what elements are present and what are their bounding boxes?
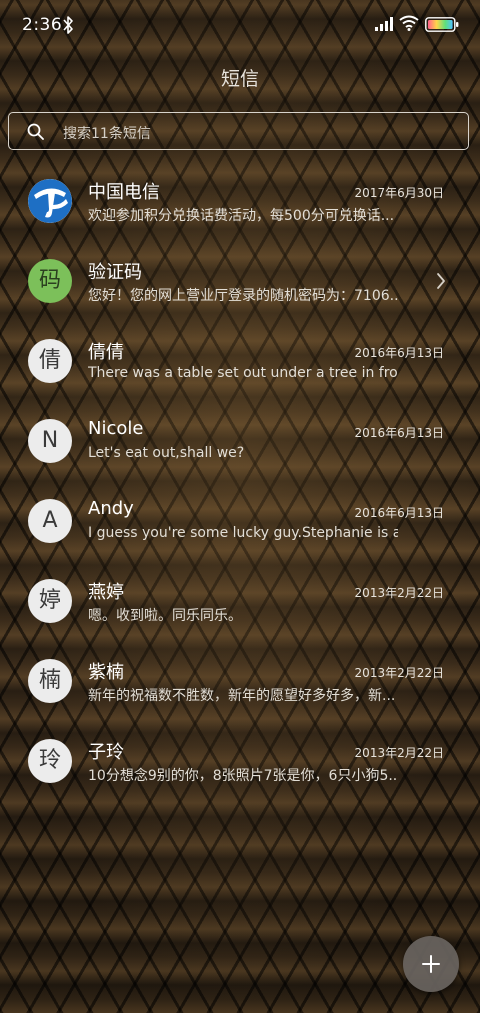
new-message-button[interactable] [403, 936, 459, 992]
battery-icon [425, 17, 459, 32]
conversation-preview: 欢迎参加积分兑换话费活动，每500分可兑换话... [88, 208, 395, 224]
plus-icon [422, 955, 440, 973]
avatar [28, 179, 72, 223]
status-bar: 2:36 [0, 0, 480, 52]
conversation-list: 中国电信 2017年6月30日 欢迎参加积分兑换话费活动，每500分可兑换话..… [0, 160, 480, 800]
avatar: 倩 [28, 339, 72, 383]
conversation-preview: I guess you're some lucky guy.Stephanie … [88, 525, 398, 541]
conversation-name: 紫楠 [88, 662, 124, 683]
page-title: 短信 [220, 68, 259, 90]
avatar: 楠 [28, 659, 72, 703]
conversation-name: 验证码 [88, 262, 142, 283]
conversation-name: Nicole [88, 418, 144, 439]
conversation-name: 燕婷 [88, 582, 124, 603]
conversation-item[interactable]: 玲 子玲 2013年2月22日 10分想念9别的你，8张照片7张是你，6只小狗5… [0, 720, 480, 800]
conversation-preview: There was a table set out under a tree i… [88, 365, 398, 381]
conversation-item[interactable]: 倩 倩倩 2016年6月13日 There was a table set ou… [0, 320, 480, 400]
bluetooth-icon [63, 16, 73, 34]
avatar: 码 [28, 259, 72, 303]
search-icon [27, 123, 44, 140]
conversation-item[interactable]: 中国电信 2017年6月30日 欢迎参加积分兑换话费活动，每500分可兑换话..… [0, 160, 480, 240]
conversation-preview: 新年的祝福数不胜数，新年的愿望好多好多，新... [88, 688, 396, 704]
conversation-item[interactable]: 婷 燕婷 2013年2月22日 嗯。收到啦。同乐同乐。 [0, 560, 480, 640]
conversation-preview: 嗯。收到啦。同乐同乐。 [88, 608, 242, 624]
china-telecom-logo-icon [28, 179, 72, 223]
search-input[interactable]: 搜索11条短信 [8, 112, 469, 150]
avatar: 玲 [28, 739, 72, 783]
status-time: 2:36 [22, 15, 63, 35]
conversation-date: 2013年2月22日 [354, 666, 444, 680]
avatar: A [28, 499, 72, 543]
conversation-date: 2016年6月13日 [354, 346, 444, 360]
conversation-date: 2016年6月13日 [354, 506, 444, 520]
conversation-date: 2013年2月22日 [354, 586, 444, 600]
conversation-name: 倩倩 [88, 342, 124, 363]
conversation-item[interactable]: 楠 紫楠 2013年2月22日 新年的祝福数不胜数，新年的愿望好多好多，新... [0, 640, 480, 720]
conversation-name: Andy [88, 498, 134, 519]
avatar: N [28, 419, 72, 463]
conversation-date: 2013年2月22日 [354, 746, 444, 760]
conversation-preview: 10分想念9别的你，8张照片7张是你，6只小狗5... [88, 768, 398, 784]
conversation-item[interactable]: A Andy 2016年6月13日 I guess you're some lu… [0, 480, 480, 560]
conversation-name: 子玲 [88, 742, 124, 763]
avatar: 婷 [28, 579, 72, 623]
conversation-date: 2016年6月13日 [354, 426, 444, 440]
conversation-name: 中国电信 [88, 182, 160, 203]
conversation-preview: 您好！您的网上营业厅登录的随机密码为：7106... [88, 288, 398, 304]
wifi-icon [399, 15, 419, 31]
search-placeholder: 搜索11条短信 [63, 126, 151, 142]
conversation-item[interactable]: 码 验证码 您好！您的网上营业厅登录的随机密码为：7106... [0, 240, 480, 320]
conversation-preview: Let's eat out,shall we? [88, 445, 245, 461]
conversation-date: 2017年6月30日 [354, 186, 444, 200]
conversation-item[interactable]: N Nicole 2016年6月13日 Let's eat out,shall … [0, 400, 480, 480]
chevron-right-icon[interactable] [436, 272, 446, 290]
signal-icon [375, 17, 393, 31]
